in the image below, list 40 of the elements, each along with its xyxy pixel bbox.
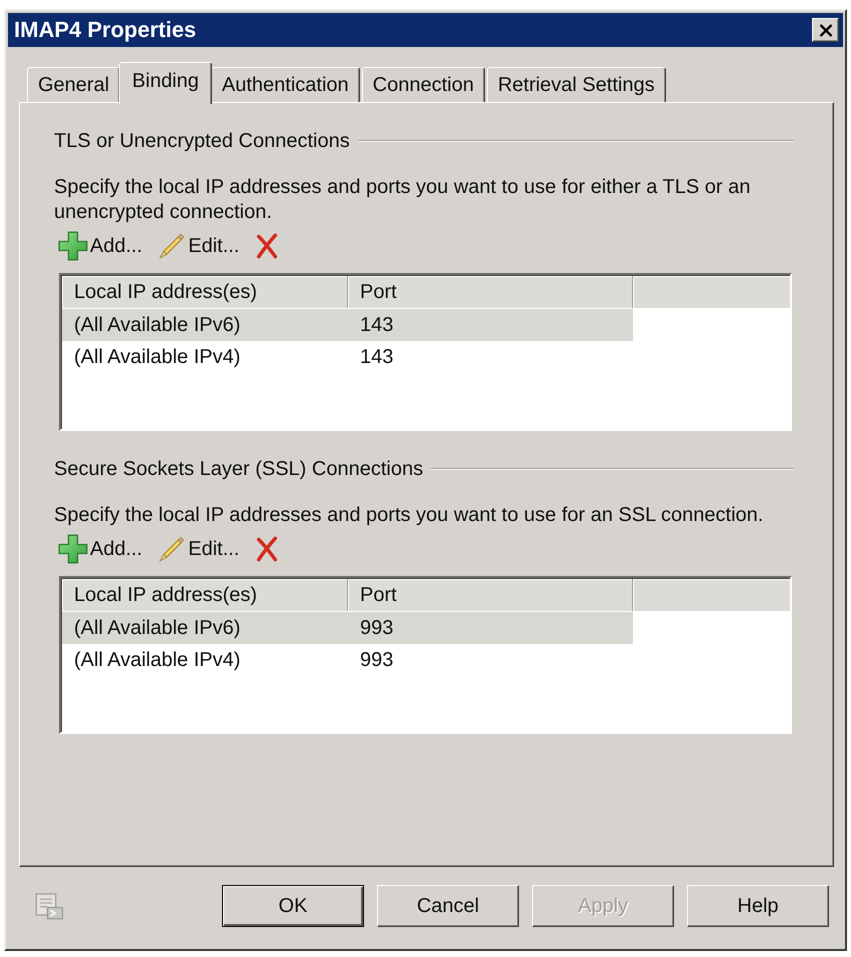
cross-mark-icon [255,233,280,259]
command-prompt-icon [34,891,64,921]
table-cell-text: 993 [359,616,394,641]
edit-button[interactable]: Edit... [157,535,240,563]
add-button[interactable]: Add... [57,534,144,564]
table-cell-text: (All Available IPv4) [73,648,242,673]
tab[interactable]: Retrieval Settings [486,67,666,102]
close-button[interactable] [812,18,839,42]
column-header[interactable]: Local IP address(es) [62,276,348,308]
pencil-icon [158,232,186,260]
table-cell-text: (All Available IPv6) [73,616,242,641]
dialog-button[interactable]: OK [222,885,364,927]
close-icon [818,24,832,36]
group-title: Secure Sockets Layer (SSL) Connections [54,457,424,481]
table-cell-text: (All Available IPv6) [73,313,242,338]
add-button[interactable]: Add... [57,231,144,261]
column-header[interactable]: Port [348,276,633,308]
cross-mark-icon [255,536,280,562]
tab[interactable]: General [27,67,120,102]
table-cell-text: 993 [359,648,394,673]
group-title: TLS or Unencrypted Connections [54,129,350,153]
column-header[interactable]: Local IP address(es) [62,579,348,611]
table-cell-text: (All Available IPv4) [73,345,242,370]
edit-button[interactable]: Edit... [157,232,240,260]
plus-icon [58,231,88,261]
window-title: IMAP4 Properties [14,17,196,43]
tab[interactable]: Connection [362,67,485,102]
column-header[interactable]: Port [348,579,633,611]
group-description: Specify the local IP addresses and ports you want to use for an SSL connection. [54,503,764,528]
group-description: Specify the local IP addresses and ports you want to use for either a TLS or an unencrypted connection. [54,175,752,225]
pencil-icon [158,535,186,563]
table-cell-text: 143 [359,313,394,338]
tab[interactable]: Authentication [210,67,360,102]
dialog-button[interactable]: Help [687,885,829,927]
tab[interactable]: Binding [119,62,212,104]
table-cell-text: 143 [359,345,394,370]
table-row[interactable]: (All Available IPv6) 143 [62,309,633,341]
dialog-button[interactable]: Cancel [377,885,519,927]
plus-icon [58,534,88,564]
table-row[interactable]: (All Available IPv6) 993 [62,612,633,644]
